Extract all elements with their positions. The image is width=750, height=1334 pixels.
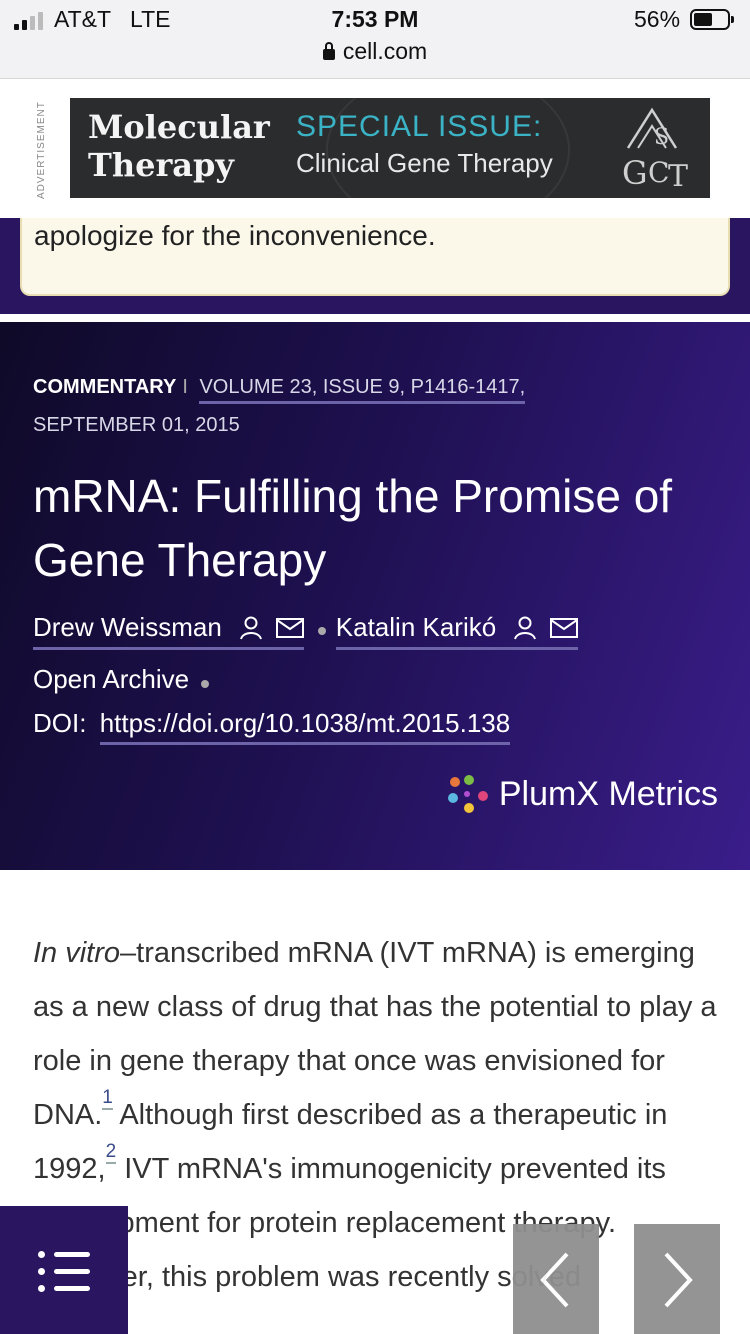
author-list: Drew Weissman Katalin Karikó [33,612,579,650]
author-kariko[interactable]: Katalin Karikó [335,612,579,650]
body-italic: In vitro [33,937,121,969]
article-type: COMMENTARY [33,376,177,398]
access-status: Open Archive [33,664,219,695]
chevron-right-icon [664,1252,693,1308]
separator-dot [317,627,326,635]
ad-title: Molecular Therapy [88,108,270,184]
outline-menu-button[interactable] [0,1206,128,1334]
chevron-left-icon [540,1252,569,1308]
article-header: COMMENTARY I VOLUME 23, ISSUE 9, P1416-14… [0,322,750,870]
asgct-logo: S G C T [618,104,694,194]
open-archive-label: Open Archive [33,664,190,694]
footnote-ref-1[interactable]: 1 [102,1087,113,1110]
doi-label: DOI: [33,708,87,738]
battery-icon [690,9,734,30]
person-icon[interactable] [239,616,262,640]
ad-subtitle: Clinical Gene Therapy [296,148,553,178]
address-bar[interactable]: cell.com [0,38,750,65]
volume-link[interactable]: VOLUME 23, ISSUE 9, P1416-1417, [199,376,526,404]
author-weissman[interactable]: Drew Weissman [33,612,304,650]
mail-icon[interactable] [275,617,304,638]
battery-percent: 56% [634,6,681,32]
doi-link[interactable]: https://doi.org/10.1038/mt.2015.138 [99,708,511,745]
notice-text: apologize for the inconvenience. [34,220,436,251]
notice-box: apologize for the inconvenience. [20,218,730,296]
svg-text:S: S [654,125,669,150]
previous-article-button[interactable] [513,1224,599,1334]
footnote-ref-2[interactable]: 2 [105,1141,117,1164]
plumx-icon [447,775,488,813]
article-title: mRNA: Fulfilling the Promise of Gene The… [33,470,673,586]
next-article-button[interactable] [634,1224,720,1334]
lock-icon [322,42,335,60]
status-bar: AT&T LTE 7:53 PM 56% cell.com [0,0,750,79]
svg-text:C: C [648,156,669,189]
plumx-label: PlumX Metrics [498,774,718,813]
person-icon[interactable] [514,616,537,640]
plumx-metrics-button[interactable]: PlumX Metrics [447,774,718,814]
ad-special-issue: SPECIAL ISSUE: [296,110,543,143]
article-meta: COMMENTARY I VOLUME 23, ISSUE 9, P1416-14… [33,376,526,436]
article-body: In vitro–transcribed mRNA (IVT mRNA) is … [33,926,723,1304]
url-text: cell.com [342,38,428,64]
author-name: Katalin Karikó [335,612,497,642]
ad-banner[interactable]: Molecular Therapy SPECIAL ISSUE: Clinica… [70,98,710,198]
author-name: Drew Weissman [33,612,222,642]
doi-line: DOI: https://doi.org/10.1038/mt.2015.138 [33,708,511,745]
ad-label: ADVERTISEMENT [36,101,47,199]
svg-text:G: G [622,154,648,192]
separator-dot [201,680,210,688]
svg-text:T: T [668,159,688,194]
publication-date: SEPTEMBER 01, 2015 [33,414,240,436]
mail-icon[interactable] [550,617,579,638]
